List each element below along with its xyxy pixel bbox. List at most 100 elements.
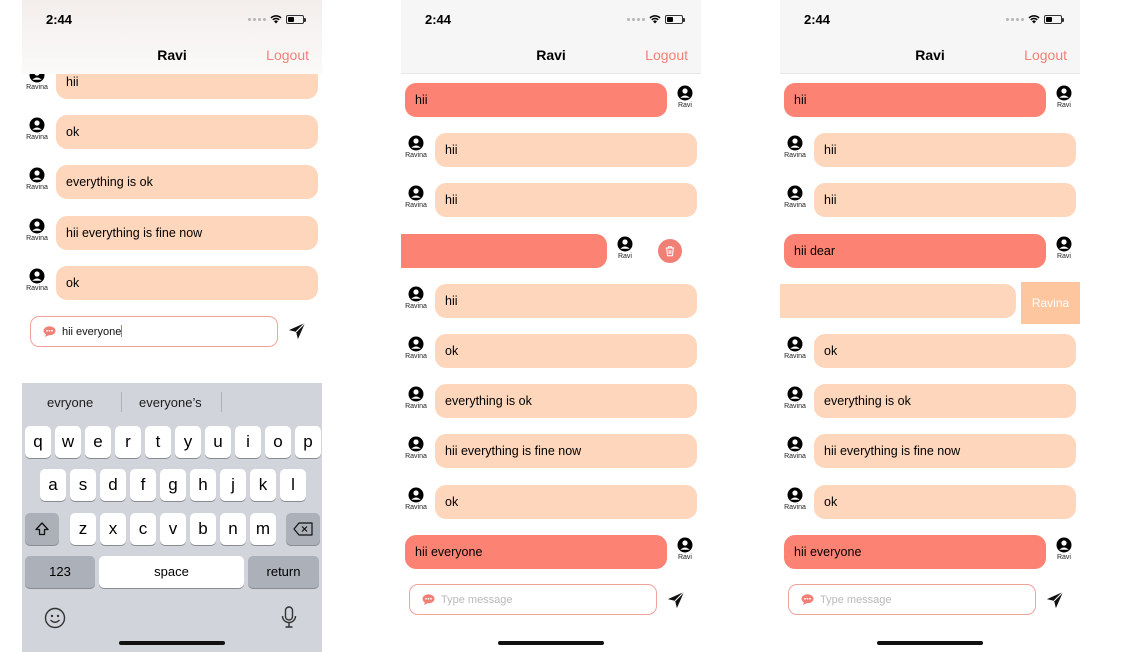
key-q[interactable]: q bbox=[25, 426, 51, 458]
microphone-icon[interactable] bbox=[280, 606, 298, 630]
signal-icon bbox=[248, 17, 266, 21]
message-text: hii bbox=[415, 93, 428, 107]
key-g[interactable]: g bbox=[160, 469, 186, 501]
received-message-bubble[interactable]: everything is ok bbox=[56, 165, 318, 200]
sent-message-bubble[interactable]: hii everyone bbox=[784, 534, 1046, 569]
message-input[interactable]: Type message bbox=[409, 584, 657, 615]
avatar: Ravina bbox=[780, 436, 810, 461]
status-time: 2:44 bbox=[46, 12, 73, 27]
key-y[interactable]: y bbox=[175, 426, 201, 458]
key-n[interactable]: n bbox=[220, 513, 246, 545]
key-a[interactable]: a bbox=[40, 469, 66, 501]
key-e[interactable]: e bbox=[85, 426, 111, 458]
sent-message-bubble[interactable]: hii bbox=[784, 83, 1046, 117]
message-text: hii bbox=[824, 193, 837, 208]
key-f[interactable]: f bbox=[130, 469, 156, 501]
key-k[interactable]: k bbox=[250, 469, 276, 501]
sender-name: Ravina bbox=[26, 134, 48, 142]
key-s[interactable]: s bbox=[70, 469, 96, 501]
received-message-bubble[interactable]: hii bbox=[435, 183, 697, 218]
person-circle-icon bbox=[787, 386, 803, 402]
chat-bubble-icon bbox=[43, 326, 56, 337]
key-c[interactable]: c bbox=[130, 513, 156, 545]
shift-key[interactable] bbox=[25, 513, 59, 545]
key-p[interactable]: p bbox=[295, 426, 321, 458]
numbers-key[interactable]: 123 bbox=[25, 556, 95, 588]
sent-message-bubble[interactable]: hii dear bbox=[784, 233, 1046, 268]
person-circle-icon bbox=[29, 218, 45, 234]
message-text: hii everyone bbox=[415, 544, 483, 559]
avatar: Ravina bbox=[780, 135, 810, 160]
received-message-bubble[interactable]: ok bbox=[435, 334, 697, 368]
avatar: Ravina bbox=[401, 135, 431, 160]
logout-button[interactable]: Logout bbox=[266, 47, 309, 63]
key-v[interactable]: v bbox=[160, 513, 186, 545]
home-indicator bbox=[119, 641, 225, 645]
suggestion-1[interactable]: evryone bbox=[47, 395, 93, 410]
sender-name: Ravina bbox=[405, 202, 427, 210]
received-message-bubble[interactable]: ok bbox=[814, 484, 1076, 519]
send-icon[interactable] bbox=[288, 322, 306, 340]
suggestion-2[interactable]: everyone’s bbox=[139, 395, 202, 410]
send-icon[interactable] bbox=[1046, 591, 1064, 609]
battery-icon bbox=[665, 14, 685, 24]
key-d[interactable]: d bbox=[100, 469, 126, 501]
avatar: Ravina bbox=[22, 218, 52, 243]
received-message-bubble[interactable]: ok bbox=[56, 115, 318, 150]
key-w[interactable]: w bbox=[55, 426, 81, 458]
message-row: hii everyone Ravi bbox=[780, 534, 1080, 571]
return-key[interactable]: return bbox=[248, 556, 319, 588]
received-message-bubble[interactable] bbox=[780, 283, 1016, 318]
delete-message-button[interactable] bbox=[658, 238, 682, 263]
received-message-bubble[interactable]: hii everything is fine now bbox=[435, 434, 697, 469]
received-message-bubble[interactable]: ok bbox=[56, 265, 318, 300]
key-u[interactable]: u bbox=[205, 426, 231, 458]
received-message-bubble[interactable]: hii bbox=[435, 133, 697, 168]
person-circle-icon bbox=[1056, 537, 1072, 553]
key-j[interactable]: j bbox=[220, 469, 246, 501]
emoji-icon[interactable] bbox=[44, 607, 66, 629]
received-message-bubble[interactable]: ok bbox=[435, 484, 697, 519]
key-h[interactable]: h bbox=[190, 469, 216, 501]
avatar: Ravina bbox=[780, 487, 810, 512]
message-row: hii Ravi bbox=[401, 83, 701, 119]
message-input[interactable]: hii everyone bbox=[30, 316, 278, 347]
sent-message-bubble[interactable]: hii bbox=[405, 83, 667, 117]
send-icon[interactable] bbox=[667, 591, 685, 609]
message-input[interactable]: Type message bbox=[788, 584, 1036, 615]
received-message-bubble[interactable]: ok bbox=[814, 334, 1076, 368]
message-input-placeholder: Type message bbox=[441, 594, 513, 606]
key-m[interactable]: m bbox=[250, 513, 276, 545]
person-circle-icon bbox=[617, 236, 633, 252]
received-message-bubble[interactable]: everything is ok bbox=[435, 384, 697, 419]
avatar: Ravina bbox=[401, 436, 431, 461]
space-key[interactable]: space bbox=[99, 556, 244, 588]
message-text: everything is ok bbox=[824, 394, 911, 409]
backspace-key[interactable] bbox=[286, 513, 320, 545]
received-message-bubble[interactable]: hii everything is fine now bbox=[56, 215, 318, 250]
sent-message-bubble[interactable] bbox=[401, 233, 607, 268]
received-message-bubble[interactable]: hii bbox=[814, 183, 1076, 218]
message-text: hii everything is fine now bbox=[66, 225, 203, 240]
key-b[interactable]: b bbox=[190, 513, 216, 545]
key-o[interactable]: o bbox=[265, 426, 291, 458]
message-text: hii bbox=[445, 193, 458, 208]
signal-icon bbox=[627, 17, 645, 21]
received-message-bubble[interactable]: everything is ok bbox=[814, 384, 1076, 419]
message-row: ok Ravina bbox=[22, 115, 322, 151]
sent-message-bubble[interactable]: hii everyone bbox=[405, 534, 667, 569]
key-z[interactable]: z bbox=[70, 513, 96, 545]
key-l[interactable]: l bbox=[280, 469, 306, 501]
key-x[interactable]: x bbox=[100, 513, 126, 545]
received-message-bubble[interactable]: hii bbox=[814, 133, 1076, 168]
message-text: hii dear bbox=[794, 243, 835, 258]
avatar: Ravi bbox=[1049, 537, 1079, 562]
message-row: hii Ravina bbox=[401, 283, 701, 320]
key-i[interactable]: i bbox=[235, 426, 261, 458]
received-message-bubble[interactable]: hii everything is fine now bbox=[814, 434, 1076, 469]
key-r[interactable]: r bbox=[115, 426, 141, 458]
received-message-bubble[interactable]: hii bbox=[435, 283, 697, 318]
logout-button[interactable]: Logout bbox=[645, 47, 688, 63]
logout-button[interactable]: Logout bbox=[1024, 47, 1067, 63]
key-t[interactable]: t bbox=[145, 426, 171, 458]
